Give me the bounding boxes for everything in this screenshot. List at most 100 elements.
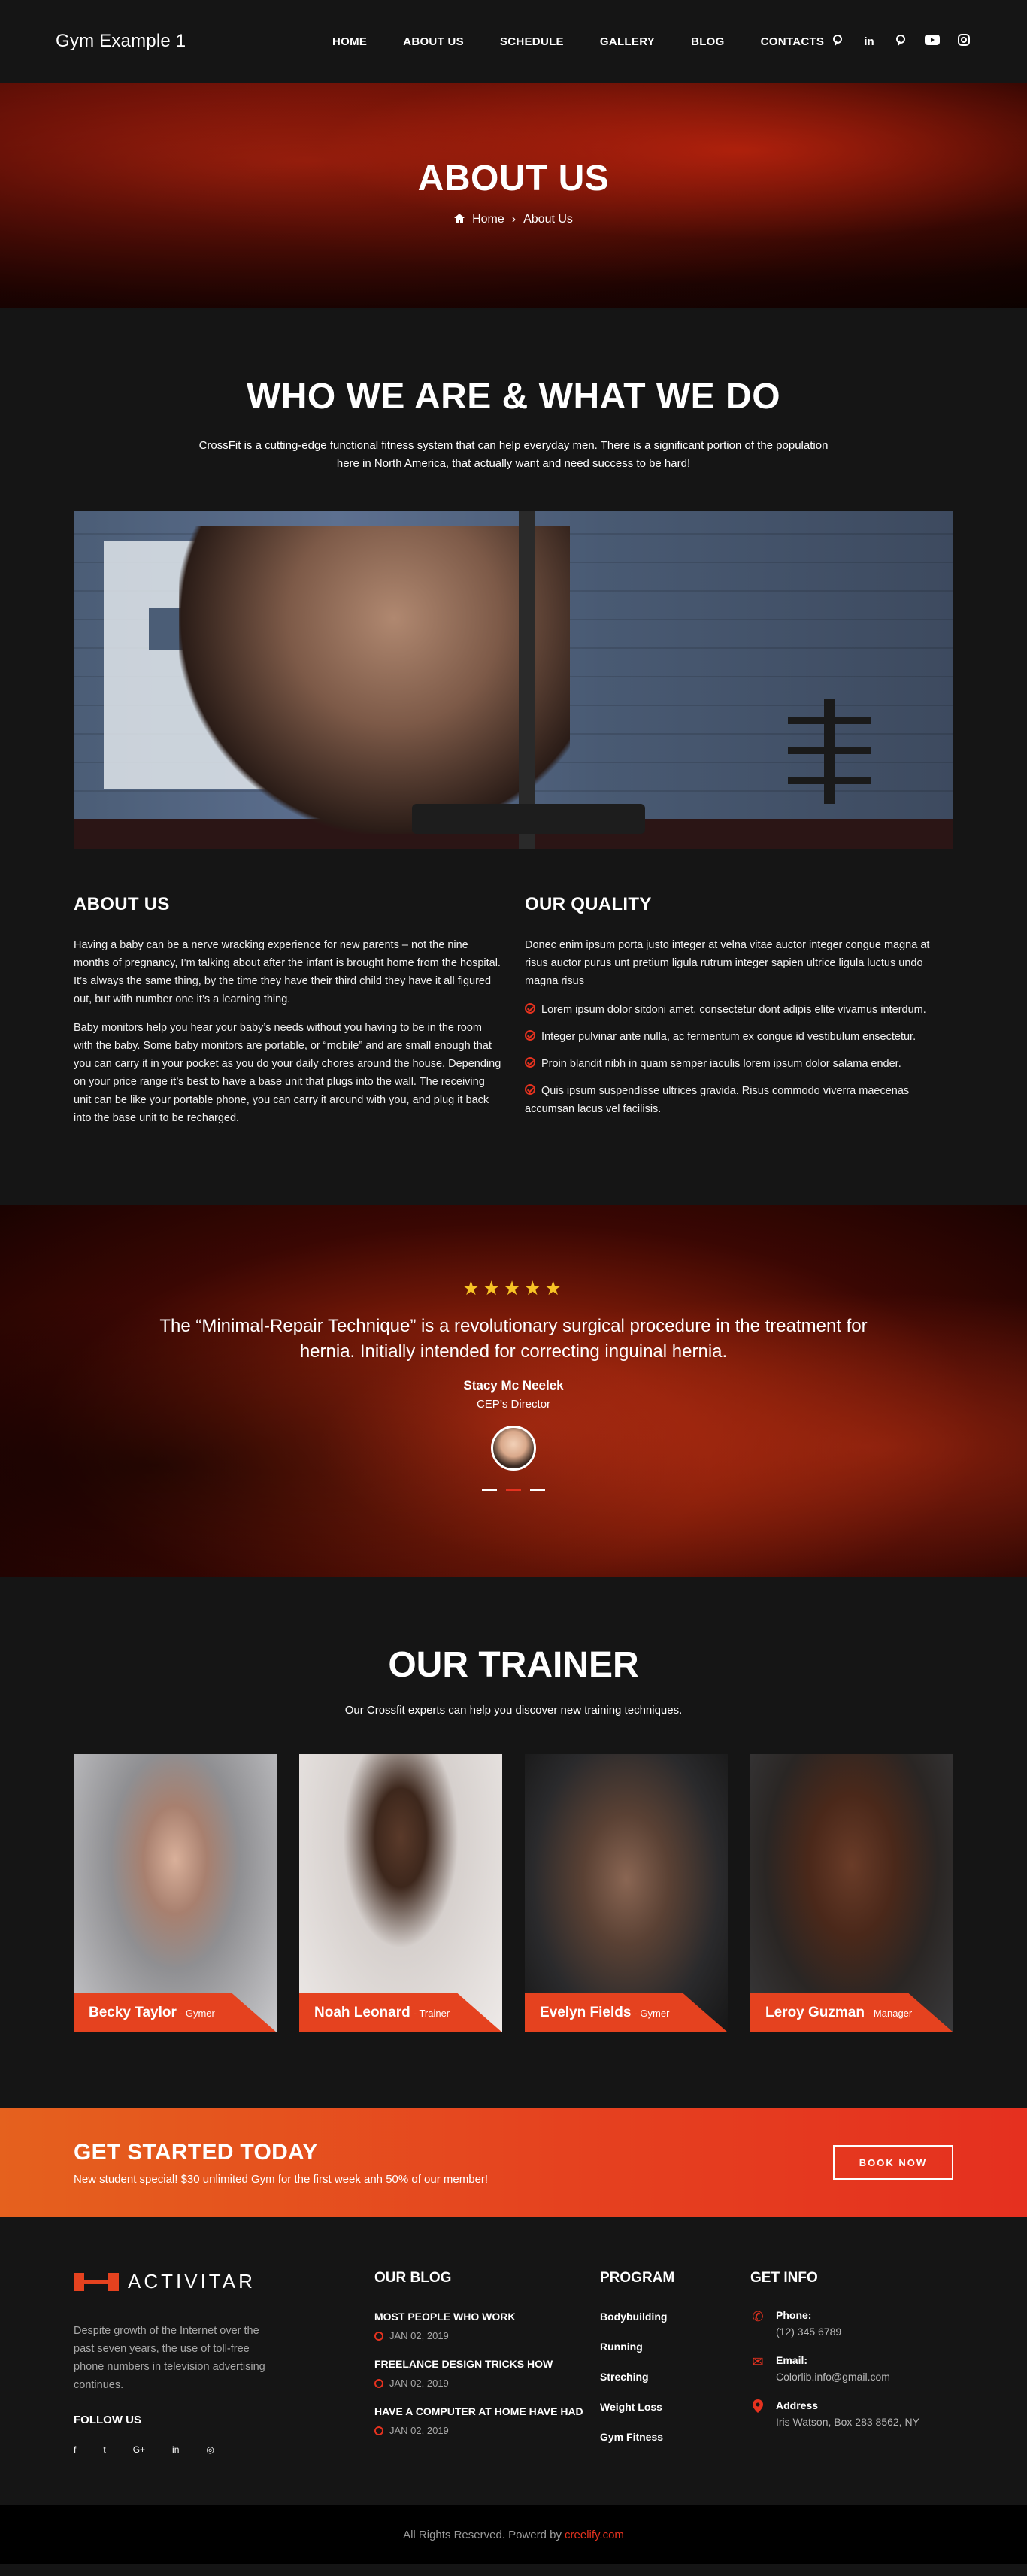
youtube-icon[interactable] — [925, 34, 940, 49]
footer-social: f t G+ in ◎ — [74, 2444, 374, 2455]
trainer-card[interactable]: Evelyn Fields - Gymer — [525, 1754, 728, 2032]
envelope-icon: ✉ — [752, 2354, 764, 2369]
program-link[interactable]: Gym Fitness — [600, 2431, 750, 2443]
site-header: Gym Example 1 HOME ABOUT US SCHEDULE GAL… — [0, 0, 1027, 83]
about-paragraph: Having a baby can be a nerve wracking ex… — [74, 939, 501, 1005]
trainer-job: - Trainer — [413, 2007, 450, 2019]
section-lead: CrossFit is a cutting-edge functional fi… — [198, 439, 829, 470]
blog-heading: OUR BLOG — [374, 2270, 452, 2286]
quality-item: Integer pulvinar ante nulla, ac fermentu… — [525, 1028, 953, 1046]
testimonial-author: Stacy Mc Neelek — [463, 1378, 564, 1393]
home-icon — [454, 213, 465, 226]
quality-title: OUR QUALITY — [525, 894, 652, 914]
info-address: Address Iris Watson, Box 283 8562, NY — [750, 2399, 946, 2428]
about-column: ABOUT US Having a baby can be a nerve wr… — [74, 894, 502, 1138]
program-link[interactable]: Running — [600, 2341, 750, 2353]
breadcrumb-current: About Us — [523, 213, 573, 226]
trainer-photo — [750, 1754, 953, 2032]
nav-home[interactable]: HOME — [332, 35, 367, 48]
linkedin-icon[interactable]: in — [862, 35, 877, 48]
trainer-photo — [525, 1754, 728, 2032]
about-title: ABOUT US — [74, 894, 170, 914]
section-title: WHO WE ARE & WHAT WE DO — [246, 377, 781, 417]
page-title: ABOUT US — [417, 159, 610, 199]
trainer-job: - Gymer — [179, 2007, 215, 2019]
trainer-photo — [299, 1754, 502, 2032]
nav-blog[interactable]: BLOG — [691, 35, 725, 48]
chevron-right-icon: › — [511, 213, 517, 226]
trainer-job: - Manager — [867, 2007, 913, 2019]
dumbbell-icon — [74, 2272, 119, 2291]
cta-text: New student special! $30 unlimited Gym f… — [74, 2172, 489, 2186]
map-pin-icon — [750, 2399, 765, 2428]
facebook-icon[interactable]: f — [74, 2444, 76, 2455]
trainer-card[interactable]: Leroy Guzman - Manager — [750, 1754, 953, 2032]
nav-gallery[interactable]: GALLERY — [600, 35, 655, 48]
check-circle-icon — [525, 1057, 535, 1068]
blog-post-title[interactable]: MOST PEOPLE WHO WORK — [374, 2311, 600, 2323]
footer-description: Despite growth of the Internet over the … — [74, 2325, 265, 2391]
blog-post-title[interactable]: HAVE A COMPUTER AT HOME HAVE HAD — [374, 2405, 600, 2417]
trainers-section: OUR TRAINER Our Crossfit experts can hel… — [0, 1577, 1027, 2032]
check-circle-icon — [525, 1084, 535, 1095]
trainer-name: Becky Taylor — [89, 2005, 177, 2020]
cta-title: GET STARTED TODAY — [74, 2139, 318, 2165]
brand-link[interactable]: creelify.com — [565, 2529, 624, 2541]
main-nav: HOME ABOUT US SCHEDULE GALLERY BLOG CONT… — [332, 35, 824, 48]
linkedin-icon[interactable]: in — [172, 2444, 179, 2455]
trainer-card[interactable]: Becky Taylor - Gymer — [74, 1754, 277, 2032]
footer-logo[interactable]: ACTIVITAR — [74, 2270, 374, 2293]
avatar — [491, 1426, 536, 1471]
quality-intro: Donec enim ipsum porta justo integer at … — [525, 939, 930, 987]
trainer-job: - Gymer — [634, 2007, 670, 2019]
testimonial-quote: The “Minimal-Repair Technique” is a revo… — [159, 1316, 868, 1362]
blog-post-title[interactable]: FREELANCE DESIGN TRICKS HOW — [374, 2358, 600, 2370]
clock-icon — [374, 2378, 383, 2388]
info-phone: ✆ Phone: (12) 345 6789 — [750, 2309, 946, 2338]
program-link[interactable]: Bodybuilding — [600, 2311, 750, 2323]
carousel-dot[interactable] — [530, 1489, 545, 1491]
breadcrumb: Home › About Us — [0, 213, 1027, 226]
info-email: ✉ Email: Colorlib.info@gmail.com — [750, 2354, 946, 2383]
program-link[interactable]: Weight Loss — [600, 2401, 750, 2413]
cta-banner: GET STARTED TODAY New student special! $… — [0, 2108, 1027, 2217]
check-circle-icon — [525, 1030, 535, 1041]
breadcrumb-home[interactable]: Home — [472, 213, 504, 226]
program-link[interactable]: Streching — [600, 2371, 750, 2383]
clock-icon — [374, 2331, 383, 2341]
pinterest-icon[interactable] — [893, 34, 908, 50]
instagram-icon[interactable] — [956, 33, 971, 50]
trainer-photo — [74, 1754, 277, 2032]
trainer-name: Noah Leonard — [314, 2005, 410, 2020]
twitter-icon[interactable]: t — [103, 2444, 105, 2455]
program-heading: PROGRAM — [600, 2270, 675, 2286]
carousel-dots — [0, 1489, 1027, 1491]
crossfit-photo — [74, 511, 953, 849]
blog-post-date: JAN 02, 2019 — [389, 2377, 449, 2389]
nav-contacts[interactable]: CONTACTS — [761, 35, 825, 48]
phone-icon: ✆ — [752, 2309, 764, 2324]
carousel-dot-active[interactable] — [506, 1489, 521, 1491]
pinterest-icon[interactable] — [830, 34, 845, 50]
book-now-button[interactable]: BOOK NOW — [833, 2145, 953, 2180]
quality-column: OUR QUALITY Donec enim ipsum porta justo… — [525, 894, 953, 1138]
testimonial-role: CEP’s Director — [476, 1398, 551, 1411]
site-logo[interactable]: Gym Example 1 — [56, 31, 281, 52]
carousel-dot[interactable] — [482, 1489, 497, 1491]
trainer-card[interactable]: Noah Leonard - Trainer — [299, 1754, 502, 2032]
quality-item: Lorem ipsum dolor sitdoni amet, consecte… — [525, 1001, 953, 1019]
check-circle-icon — [525, 1003, 535, 1014]
header-social: in — [830, 33, 971, 50]
info-heading: GET INFO — [750, 2270, 818, 2286]
nav-about-us[interactable]: ABOUT US — [403, 35, 464, 48]
star-rating: ★★★★★ — [462, 1277, 565, 1299]
google-plus-icon[interactable]: G+ — [133, 2444, 145, 2455]
page-hero: ABOUT US Home › About Us — [0, 83, 1027, 308]
about-paragraph: Baby monitors help you hear your baby’s … — [74, 1022, 501, 1124]
trainer-name: Evelyn Fields — [540, 2005, 632, 2020]
testimonial-section: ★★★★★ The “Minimal-Repair Technique” is … — [0, 1205, 1027, 1577]
follow-us-label: FOLLOW US — [74, 2414, 141, 2426]
nav-schedule[interactable]: SCHEDULE — [500, 35, 564, 48]
instagram-icon[interactable]: ◎ — [206, 2444, 214, 2455]
blog-post-date: JAN 02, 2019 — [389, 2330, 449, 2341]
